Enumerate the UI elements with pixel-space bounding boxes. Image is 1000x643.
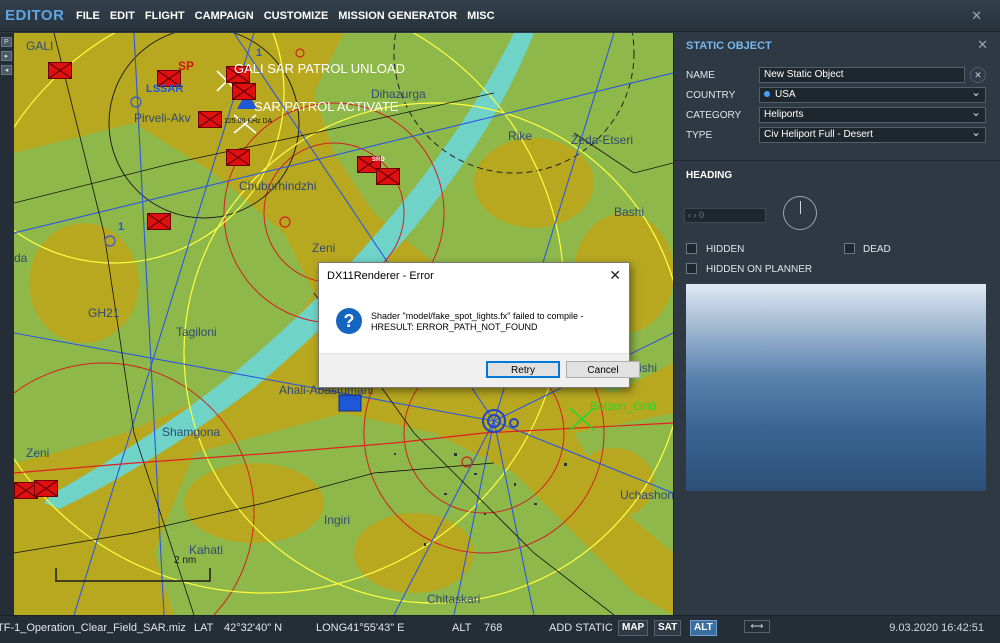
place-label: Bashi: [614, 205, 645, 219]
alt-value: 768: [484, 622, 503, 634]
place-label: Ingiri: [324, 513, 351, 527]
type-select[interactable]: Civ Heliport Full - Desert: [759, 125, 986, 143]
cancel-button[interactable]: Cancel: [566, 361, 640, 378]
menu-edit[interactable]: EDIT: [110, 10, 135, 22]
menu-mission-generator[interactable]: MISSION GENERATOR: [338, 10, 457, 22]
waypoint-label: GALI SAR PATROL UNLOAD: [234, 61, 405, 76]
panel-title: STATIC OBJECT: [686, 40, 772, 52]
place-label: GH21: [88, 306, 120, 320]
category-label: CATEGORY: [686, 110, 742, 121]
static-object-panel: STATIC OBJECT ✕ NAME New Static Object ✕…: [673, 33, 1000, 615]
long-value: 41°55'43" E: [347, 622, 405, 634]
ruler-icon[interactable]: ⟷: [744, 620, 770, 633]
menu-bar: EDITOR FILE EDIT FLIGHT CAMPAIGN CUSTOMI…: [0, 0, 1000, 32]
lat-label: LAT: [194, 622, 214, 634]
blue-waypoint-label: LSSAR: [146, 83, 184, 95]
clear-icon[interactable]: ✕: [970, 67, 986, 83]
blue-waypoint-number: 1: [118, 221, 125, 233]
dead-label: DEAD: [863, 244, 891, 255]
menu-flight[interactable]: FLIGHT: [145, 10, 185, 22]
main-menu: FILE EDIT FLIGHT CAMPAIGN CUSTOMIZE MISS…: [76, 10, 495, 22]
place-label: Pirveli-Akv: [134, 111, 191, 125]
place-label: Zeda-Etseri: [571, 133, 634, 147]
add-static-label: ADD STATIC: [549, 622, 613, 634]
place-label: Uchashon: [620, 488, 673, 502]
menu-customize[interactable]: CUSTOMIZE: [264, 10, 329, 22]
hidden-checkbox[interactable]: [686, 243, 697, 254]
app-title: EDITOR: [5, 7, 65, 24]
heading-value: 0: [699, 210, 705, 220]
status-bar: TF-1_Operation_Clear_Field_SAR.miz LAT 4…: [0, 615, 1000, 643]
name-field[interactable]: New Static Object: [759, 67, 965, 83]
close-icon[interactable]: ✕: [977, 37, 988, 53]
stepper-icon: ‹ ›: [688, 210, 699, 220]
lat-value: 42°32'40" N: [224, 622, 283, 634]
heading-input[interactable]: ‹ › 0: [684, 208, 766, 223]
menu-campaign[interactable]: CAMPAIGN: [195, 10, 254, 22]
place-label: Chitaskari: [427, 592, 481, 606]
red-unit[interactable]: [232, 83, 256, 100]
long-label: LONG: [316, 622, 348, 634]
unit-tag: SRD: [372, 157, 385, 163]
dialog-title: DX11Renderer - Error: [327, 270, 434, 282]
country-flag-icon: [764, 91, 770, 98]
object-preview: [686, 284, 986, 491]
left-toolbar: P ▸ ◂: [0, 33, 14, 615]
place-label: Rike: [508, 129, 533, 143]
map-view-button[interactable]: MAP: [618, 620, 649, 636]
tool-button-expand[interactable]: ▸: [1, 51, 12, 61]
country-select[interactable]: USA: [759, 85, 986, 103]
frequency-label: 125.00 KHz DA: [224, 118, 273, 125]
hidden-label: HIDDEN: [706, 244, 745, 255]
divider: [674, 160, 1000, 161]
red-unit[interactable]: [147, 213, 171, 230]
question-icon: ?: [336, 308, 362, 334]
tool-button-collapse[interactable]: ◂: [1, 65, 12, 75]
heading-dial[interactable]: [783, 196, 817, 230]
blue-waypoint-number: 1: [256, 47, 263, 59]
country-value: USA: [775, 89, 796, 100]
altitude-view-button[interactable]: ALT: [690, 620, 717, 636]
name-label: NAME: [686, 70, 715, 81]
red-unit[interactable]: [376, 168, 400, 185]
start-point-label: SP: [178, 59, 195, 73]
dialog-message-line: Shader "model/fake_spot_lights.fx" faile…: [371, 311, 584, 321]
place-label: da: [14, 251, 28, 265]
country-label: COUNTRY: [686, 90, 736, 101]
heading-title: HEADING: [686, 170, 733, 181]
scale-label: 2 nm: [174, 555, 197, 566]
place-label: Tagiloni: [176, 325, 217, 339]
waypoint-label: SAR PATROL ACTIVATE: [254, 99, 399, 114]
dialog-footer: Retry Cancel: [319, 353, 640, 387]
place-label: Chuburhindzhi: [239, 179, 317, 193]
menu-file[interactable]: FILE: [76, 10, 100, 22]
dialog-message: Shader "model/fake_spot_lights.fx" faile…: [371, 311, 621, 333]
hidden-on-planner-checkbox[interactable]: [686, 263, 697, 274]
red-unit[interactable]: [34, 480, 58, 497]
mission-filename: TF-1_Operation_Clear_Field_SAR.miz: [0, 622, 186, 634]
dialog-message-line: HRESULT: ERROR_PATH_NOT_FOUND: [371, 322, 538, 332]
close-icon[interactable]: ✕: [971, 8, 982, 24]
error-dialog: DX11Renderer - Error ✕ ? Shader "model/f…: [318, 262, 640, 388]
dead-checkbox[interactable]: [844, 243, 855, 254]
hidden-on-planner-label: HIDDEN ON PLANNER: [706, 264, 813, 275]
category-select[interactable]: Heliports: [759, 105, 986, 123]
red-unit[interactable]: [198, 111, 222, 128]
place-label: GALI: [26, 39, 54, 53]
menu-misc[interactable]: MISC: [467, 10, 495, 22]
alt-label: ALT: [452, 622, 472, 634]
red-unit[interactable]: [48, 62, 72, 79]
mission-datetime: 9.03.2020 16:42:51: [889, 622, 984, 634]
place-label: Zeni: [312, 241, 336, 255]
tool-button-p[interactable]: P: [1, 37, 12, 47]
place-label: Shamgona: [162, 425, 221, 439]
place-label: Zeni: [26, 446, 50, 460]
green-zone-label: Bolzon_Grid: [590, 399, 657, 413]
retry-button[interactable]: Retry: [486, 361, 560, 378]
red-unit[interactable]: [226, 149, 250, 166]
close-icon[interactable]: ✕: [609, 267, 621, 284]
satellite-view-button[interactable]: SAT: [654, 620, 682, 636]
blue-static: [338, 394, 362, 412]
type-label: TYPE: [686, 130, 713, 141]
